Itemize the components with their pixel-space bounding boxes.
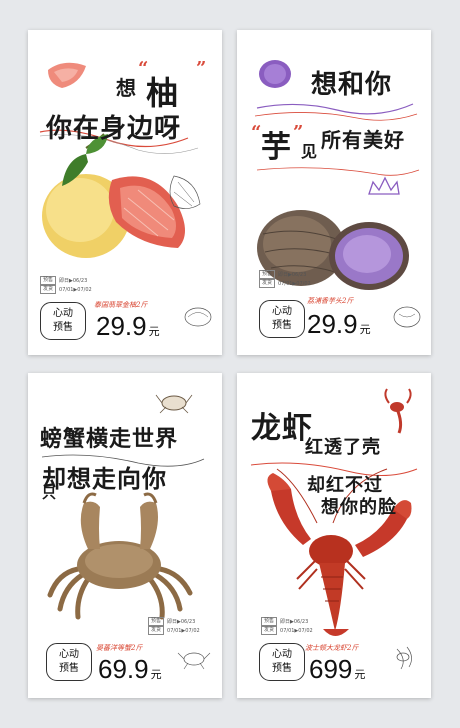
- badge-line-1: 心动: [272, 306, 292, 317]
- headline-line-2: 却想走向你: [42, 464, 167, 493]
- ship-date: 07/01▶07/02: [278, 280, 311, 287]
- price: 29.9 元: [307, 309, 371, 340]
- price-unit: 元: [148, 326, 160, 338]
- badge-line-2: 预售: [59, 663, 79, 674]
- ship-date: 07/01▶07/02: [167, 627, 200, 634]
- presale-info: 预售 即日▶06/23 发货 07/01▶07/02: [261, 617, 313, 635]
- ship-date: 07/01▶07/02: [59, 286, 92, 293]
- ship-label: 发货: [261, 626, 278, 635]
- headline-see: 见: [301, 142, 319, 161]
- presale-date: 即日▶06/23: [280, 619, 309, 625]
- price-unit: 元: [150, 669, 162, 681]
- presale-label: 预售: [261, 617, 278, 626]
- headline-line-1: 想和你: [311, 70, 393, 100]
- product-name: 波士顿大龙虾2斤: [305, 644, 359, 652]
- presale-badge: 心动 预售: [259, 643, 305, 681]
- poster-pomelo: 想 “ 柚 ” 你在身边呀 预售 即日▶06/23 发货 07/01▶07/02 心…: [28, 30, 222, 355]
- badge-line-2: 预售: [272, 320, 292, 331]
- price-value: 29.9: [307, 309, 358, 339]
- product-name: 晏蕃洋等蟹2斤: [96, 644, 143, 652]
- price-unit: 元: [359, 324, 371, 336]
- presale-date: 即日▶06/23: [278, 272, 307, 278]
- headline-line-1: 螃蟹横走世界: [40, 426, 179, 452]
- ship-label: 发货: [148, 626, 165, 635]
- presale-info: 预售 即日▶06/23 发货 07/01▶07/02: [148, 617, 200, 635]
- ship-label: 发货: [40, 285, 57, 294]
- badge-line-1: 心动: [53, 308, 73, 319]
- presale-badge: 心动 预售: [40, 302, 86, 340]
- badge-line-1: 心动: [59, 649, 79, 660]
- presale-date: 即日▶06/23: [167, 619, 196, 625]
- headline-line-2: 你在身边呀: [46, 114, 182, 144]
- presale-label: 预售: [40, 276, 57, 285]
- headline-line-4: 想你的脸: [321, 497, 397, 518]
- headline-taro-char: 芋: [261, 130, 292, 165]
- price-value: 29.9: [96, 311, 147, 341]
- headline-only: 只: [42, 486, 57, 502]
- price: 29.9 元: [96, 311, 160, 342]
- quote-mark-left: “: [251, 122, 262, 143]
- presale-badge: 心动 预售: [259, 300, 305, 338]
- poster-taro: 想和你 “ 芋 ” 见 所有美好 预售 即日▶06/23 发货 07/01▶07/0…: [237, 30, 431, 355]
- price-value: 699: [309, 654, 353, 684]
- presale-info: 预售 即日▶06/23 发货 07/01▶07/02: [40, 276, 92, 294]
- presale-label: 预售: [259, 270, 276, 279]
- presale-info: 预售 即日▶06/23 发货 07/01▶07/02: [259, 270, 311, 288]
- presale-date: 即日▶06/23: [59, 278, 88, 284]
- product-name: 泰国翡翠金柚2斤: [94, 301, 148, 309]
- price: 69.9 元: [98, 654, 162, 685]
- poster-crab: 螃蟹横走世界 却想走向你 只 预售 即日▶06/23 发货 07/01▶07/02 …: [28, 373, 222, 698]
- badge-line-2: 预售: [272, 663, 292, 674]
- headline-line-2: 红透了壳: [305, 437, 381, 458]
- price-unit: 元: [354, 669, 366, 681]
- badge-line-1: 心动: [272, 649, 292, 660]
- ship-date: 07/01▶07/02: [280, 627, 313, 634]
- quote-mark-right: ”: [196, 58, 207, 79]
- headline-line-3: 所有美好: [321, 128, 405, 152]
- price-value: 69.9: [98, 654, 149, 684]
- presale-label: 预售: [148, 617, 165, 626]
- price: 699 元: [309, 654, 365, 685]
- badge-line-2: 预售: [53, 322, 73, 333]
- headline-lobster: 龙虾: [251, 411, 313, 446]
- poster-lobster: 龙虾 红透了壳 却红不过 想你的脸 预售 即日▶06/23 发货 07/01▶07/…: [237, 373, 431, 698]
- product-name: 荔浦香芋头2斤: [307, 297, 354, 305]
- presale-badge: 心动 预售: [46, 643, 92, 681]
- headline-want: 想: [116, 76, 137, 100]
- ship-label: 发货: [259, 279, 276, 288]
